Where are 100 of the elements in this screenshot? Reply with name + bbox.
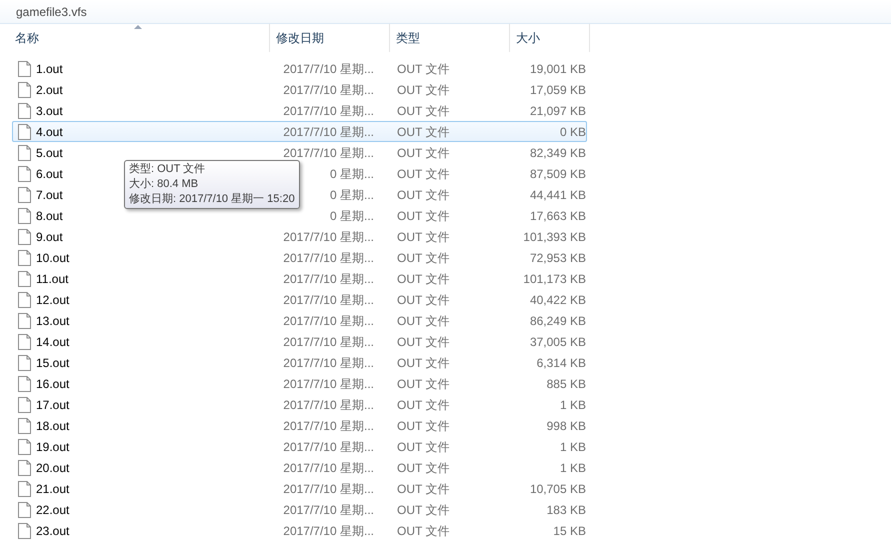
- size-cell-text: 10,705 KB: [528, 480, 586, 498]
- date-cell-text: 2017/7/10 星期...: [283, 502, 374, 518]
- date-cell-text: 2017/7/10 星期...: [283, 82, 374, 98]
- date-cell-text: 2017/7/10 星期...: [283, 376, 374, 392]
- size-cell-text: 17,059 KB: [528, 82, 586, 98]
- date-cell-text: 2017/7/10 星期...: [283, 396, 374, 414]
- file-name: 8.out: [36, 208, 63, 224]
- type-cell-text: OUT 文件: [397, 522, 450, 540]
- type-cell-text: OUT 文件: [397, 166, 450, 182]
- file-name: 14.out: [36, 334, 70, 350]
- file-name: 19.out: [36, 438, 70, 456]
- tooltip-text: 大小: 80.4 MB: [129, 177, 200, 192]
- date-cell-text: 2017/7/10 星期...: [283, 292, 374, 308]
- date-cell-text: 2017/7/10 星期...: [283, 354, 374, 372]
- file-icon: [18, 438, 31, 454]
- file-name: 9.out: [36, 228, 63, 246]
- column-header[interactable]: 名称: [0, 24, 270, 52]
- file-icon: [18, 522, 31, 538]
- file-name: 12.out: [36, 292, 70, 308]
- file-icon: [18, 166, 31, 182]
- file-name: 22.out: [36, 502, 70, 518]
- size-cell-text: 72,953 KB: [528, 250, 586, 266]
- type-cell-text: OUT 文件: [397, 186, 450, 204]
- file-name: 4.out: [36, 124, 63, 140]
- date-cell-text: 2017/7/10 星期...: [283, 334, 374, 350]
- type-cell-text: OUT 文件: [397, 502, 450, 518]
- file-name: 7.out: [36, 186, 63, 204]
- type-cell-text: OUT 文件: [397, 480, 450, 498]
- file-name: 20.out: [36, 460, 70, 476]
- file-icon: [18, 144, 31, 160]
- date-cell-text: 0 星期...: [330, 208, 374, 224]
- date-cell-text: 2017/7/10 星期...: [283, 522, 374, 540]
- file-icon: [18, 292, 31, 308]
- type-cell-text: OUT 文件: [397, 270, 450, 288]
- file-icon: [18, 502, 31, 518]
- size-cell-text: 183 KB: [546, 502, 586, 518]
- type-cell-text: OUT 文件: [397, 60, 450, 78]
- tooltip-text: 类型: OUT 文件: [129, 162, 206, 177]
- file-icon: [18, 124, 31, 140]
- file-name: 21.out: [36, 480, 70, 498]
- type-cell-text: OUT 文件: [397, 312, 450, 330]
- type-cell-text: OUT 文件: [397, 334, 450, 350]
- type-cell-text: OUT 文件: [397, 438, 450, 456]
- type-cell-text: OUT 文件: [397, 102, 450, 120]
- type-cell-text: OUT 文件: [397, 354, 450, 372]
- size-cell-text: 101,393 KB: [522, 228, 586, 246]
- size-cell-text: 21,097 KB: [528, 102, 586, 120]
- date-cell-text: 2017/7/10 星期...: [283, 460, 374, 476]
- type-cell-text: OUT 文件: [397, 208, 450, 224]
- size-cell-text: 0 KB: [558, 124, 586, 140]
- file-name: 3.out: [36, 102, 63, 120]
- file-name: 11.out: [36, 270, 68, 288]
- file-icon: [18, 60, 31, 76]
- file-icon: [18, 460, 31, 476]
- type-cell-text: OUT 文件: [397, 376, 450, 392]
- size-cell-text: 998 KB: [546, 418, 586, 434]
- date-cell-text: 2017/7/10 星期...: [283, 438, 374, 456]
- size-cell-text: 87,509 KB: [528, 166, 586, 182]
- size-cell-text: 1 KB: [558, 438, 586, 456]
- column-header[interactable]: 大小: [510, 24, 590, 52]
- type-cell-text: OUT 文件: [397, 250, 450, 266]
- file-icon: [18, 228, 31, 244]
- file-name: 10.out: [36, 250, 70, 266]
- column-header[interactable]: 修改日期: [270, 24, 390, 52]
- date-cell-text: 2017/7/10 星期...: [283, 144, 374, 162]
- file-name: 23.out: [36, 522, 70, 540]
- column-header[interactable]: 类型: [390, 24, 510, 52]
- file-name: 15.out: [36, 354, 70, 372]
- type-cell-text: OUT 文件: [397, 228, 450, 246]
- type-cell-text: OUT 文件: [397, 418, 450, 434]
- size-cell-text: 15 KB: [552, 522, 586, 540]
- date-cell-text: 0 星期...: [330, 186, 374, 204]
- file-icon: [18, 480, 31, 496]
- type-cell-text: OUT 文件: [397, 124, 450, 140]
- size-cell-text: 40,422 KB: [528, 292, 586, 308]
- date-cell-text: 2017/7/10 星期...: [283, 250, 374, 266]
- size-cell-text: 37,005 KB: [528, 334, 586, 350]
- file-name: 2.out: [36, 82, 63, 98]
- size-cell-text: 885 KB: [546, 376, 586, 392]
- type-cell-text: OUT 文件: [397, 82, 450, 98]
- file-icon: [18, 376, 31, 392]
- file-name: 5.out: [36, 144, 63, 162]
- window-title: gamefile3.vfs: [16, 4, 87, 20]
- type-cell-text: OUT 文件: [397, 396, 450, 414]
- size-cell-text: 17,663 KB: [528, 208, 586, 224]
- date-cell-text: 2017/7/10 星期...: [283, 102, 374, 120]
- size-cell-text: 1 KB: [558, 460, 586, 476]
- file-name: 18.out: [36, 418, 70, 434]
- selected-file-row[interactable]: 4.out 2017/7/10 星期... OUT 文件 0 KB: [12, 121, 587, 142]
- date-cell-text: 2017/7/10 星期...: [283, 60, 374, 78]
- file-icon: [18, 102, 31, 118]
- size-cell-text: 101,173 KB: [522, 270, 586, 288]
- size-cell-text: 1 KB: [558, 396, 586, 414]
- type-cell-text: OUT 文件: [397, 292, 450, 308]
- date-cell-text: 0 星期...: [330, 166, 374, 182]
- file-icon: [18, 208, 31, 224]
- file-icon: [18, 186, 31, 202]
- file-icon: [18, 312, 31, 328]
- type-cell-text: OUT 文件: [397, 460, 450, 476]
- date-cell-text: 2017/7/10 星期...: [283, 480, 374, 498]
